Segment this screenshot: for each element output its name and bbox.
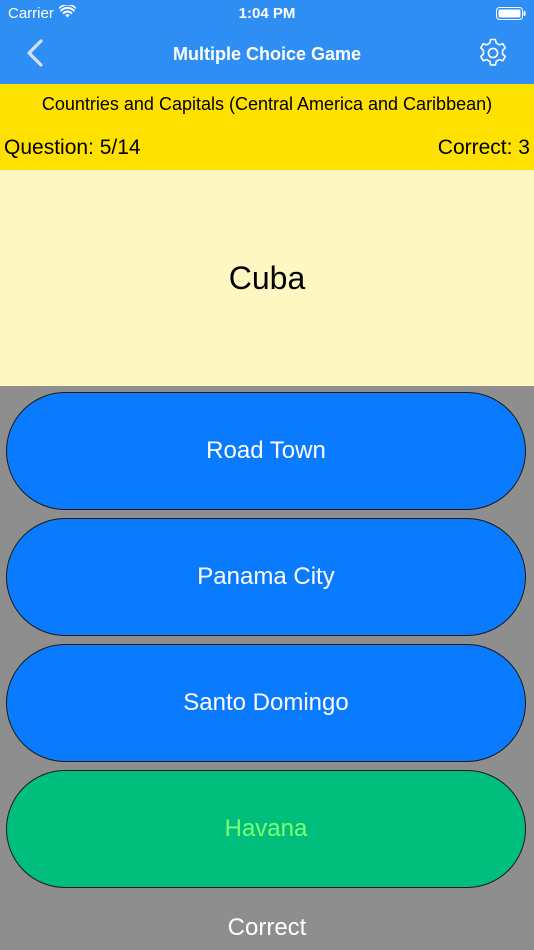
nav-title: Multiple Choice Game (172, 44, 362, 64)
settings-button[interactable] (476, 38, 510, 72)
answer-button-correct[interactable]: Havana (6, 770, 526, 888)
top-bar: Carrier 1:04 PM Multiple Choice Game (0, 0, 534, 84)
feedback-text: Correct (227, 914, 307, 941)
question-area: Cuba (0, 170, 534, 386)
gear-icon (477, 37, 509, 74)
answer-button[interactable]: Santo Domingo (6, 644, 526, 762)
status-bar: Carrier 1:04 PM (0, 0, 534, 28)
game-info-panel: Countries and Capitals (Central America … (0, 84, 534, 170)
correct-counter: Correct: 3 (437, 136, 530, 159)
question-counter: Question: 5/14 (4, 136, 141, 159)
navigation-bar: Multiple Choice Game (0, 28, 534, 84)
category-title: Countries and Capitals (Central America … (41, 94, 493, 114)
battery-icon (496, 7, 526, 20)
answer-button[interactable]: Panama City (6, 518, 526, 636)
question-text: Cuba (228, 259, 306, 296)
status-time: 1:04 PM (238, 5, 296, 22)
answer-button[interactable]: Road Town (6, 392, 526, 510)
